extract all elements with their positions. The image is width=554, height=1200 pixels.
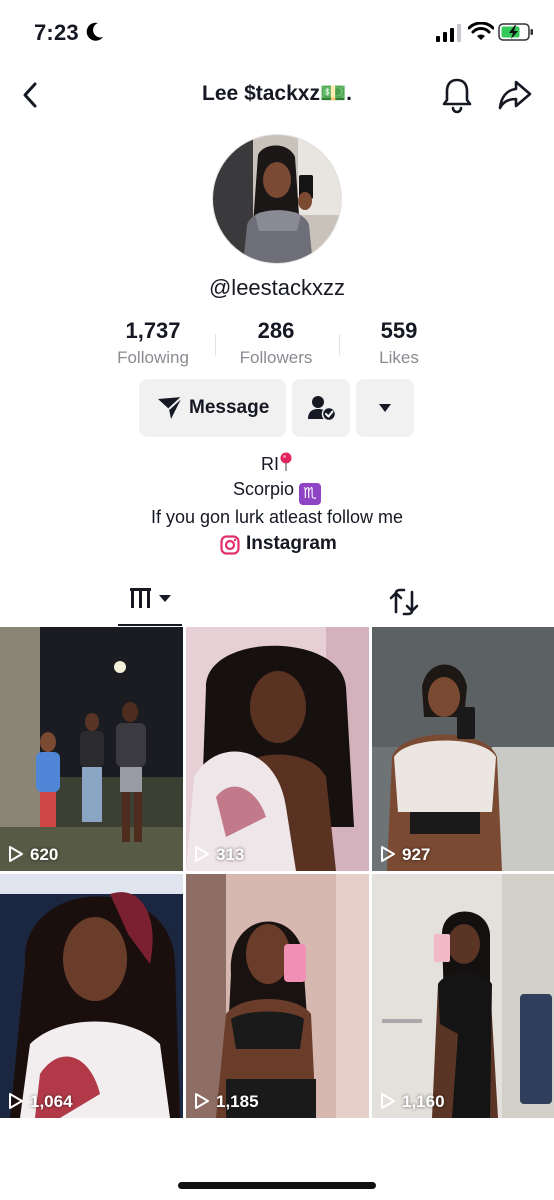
wifi-icon (468, 22, 494, 40)
avatar[interactable] (212, 134, 342, 264)
stat-likes[interactable]: 559 Likes (324, 318, 474, 368)
video-thumbnail (372, 874, 554, 1118)
view-count: 1,185 (194, 1092, 259, 1112)
view-count: 927 (380, 845, 430, 865)
bio-line-3: If you gon lurk atleast follow me (150, 507, 404, 527)
repost-icon[interactable] (386, 584, 422, 620)
home-indicator[interactable] (178, 1182, 376, 1189)
stat-value: 559 (380, 318, 418, 343)
bio: RI Scorpio ♏ If you gon lurk atleast fol… (0, 452, 554, 530)
video-tile[interactable]: 1,064 (0, 874, 183, 1118)
videos-grid-icon (130, 588, 171, 608)
play-icon (381, 1093, 395, 1109)
back-arrow-icon[interactable] (16, 78, 46, 112)
video-thumbnail (372, 627, 554, 871)
moon-icon (86, 22, 103, 41)
bio-zodiac: Scorpio (232, 479, 294, 499)
message-label: Message (189, 397, 270, 418)
scorpio-icon: ♏ (299, 483, 322, 505)
send-icon (158, 396, 183, 419)
tab-videos[interactable] (118, 578, 182, 626)
following-status-button[interactable] (292, 379, 350, 437)
video-thumbnail (186, 874, 369, 1118)
video-tile[interactable]: 1,185 (186, 874, 369, 1118)
video-thumbnail (186, 627, 369, 871)
bio-line-2: Scorpio ♏ (0, 477, 554, 505)
bio-location: RI (261, 454, 279, 474)
video-thumbnail (0, 627, 183, 871)
video-tile[interactable]: 1,160 (372, 874, 554, 1118)
caret-down-icon (379, 404, 391, 412)
bell-icon[interactable] (440, 76, 474, 114)
view-count-value: 927 (402, 845, 431, 864)
instagram-icon (220, 535, 240, 555)
avatar-photo (213, 135, 341, 263)
stat-label: Likes (379, 348, 419, 367)
play-icon (381, 846, 395, 862)
view-count-value: 1,064 (30, 1092, 73, 1111)
status-time: 7:23 (34, 20, 79, 45)
status-bar: 7:23 (0, 0, 554, 64)
message-button[interactable]: Message (139, 379, 286, 437)
play-icon (9, 846, 23, 862)
video-tile[interactable]: 927 (372, 627, 554, 871)
bio-line-1: RI (0, 452, 554, 477)
video-thumbnail (0, 874, 183, 1118)
view-count-value: 1,185 (216, 1092, 259, 1111)
view-count: 1,160 (380, 1092, 445, 1112)
play-icon (195, 1093, 209, 1109)
view-count-value: 620 (30, 845, 59, 864)
user-check-icon (308, 396, 336, 421)
video-tile[interactable]: 313 (186, 627, 369, 871)
battery-icon (498, 23, 533, 41)
profile-stats: 1,737 Following 286 Followers 559 Likes (0, 318, 554, 374)
signal-icon (436, 24, 461, 42)
instagram-label: Instagram (246, 533, 337, 554)
active-tab-indicator (118, 624, 182, 626)
view-count: 313 (194, 845, 244, 865)
view-count: 1,064 (8, 1092, 73, 1112)
view-count-value: 313 (216, 845, 245, 864)
play-icon (195, 846, 209, 862)
view-count: 620 (8, 845, 58, 865)
content-tabs (0, 578, 554, 626)
video-tile[interactable]: 620 (0, 627, 183, 871)
more-options-button[interactable] (356, 379, 414, 437)
play-icon (9, 1093, 23, 1109)
profile-header: Lee $tackxz💵. (0, 70, 554, 120)
view-count-value: 1,160 (402, 1092, 445, 1111)
username: @leestackxzz (208, 275, 346, 300)
pin-icon (280, 452, 292, 471)
profile-display-name: Lee $tackxz💵. (202, 82, 352, 105)
share-icon[interactable] (496, 78, 534, 112)
